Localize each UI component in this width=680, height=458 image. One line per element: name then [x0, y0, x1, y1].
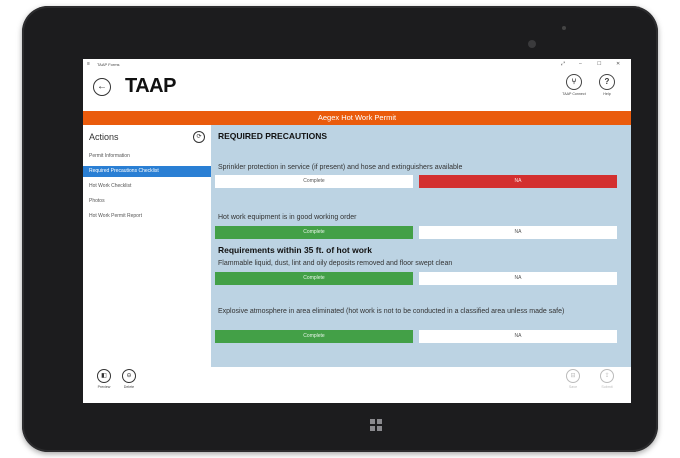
na-button[interactable]: NA	[419, 175, 617, 188]
connect-icon: ⑂	[566, 74, 582, 90]
save-icon: ⊟	[566, 369, 580, 383]
na-button[interactable]: NA	[419, 226, 617, 239]
app-header: ← TAAP ⑂ TAAP Connect ? Help	[83, 69, 631, 111]
nav-item-hot-work-permit-report[interactable]: Hot Work Permit Report	[83, 211, 211, 222]
windows-button-icon[interactable]	[370, 419, 382, 431]
complete-button[interactable]: Complete	[215, 226, 413, 239]
help-button[interactable]: ? Help	[595, 74, 619, 96]
nav-item-permit-information[interactable]: Permit Information	[83, 151, 211, 162]
minimize-icon[interactable]: –	[579, 61, 582, 67]
help-icon: ?	[599, 74, 615, 90]
section-heading-35ft: Requirements within 35 ft. of hot work	[218, 245, 372, 255]
complete-button[interactable]: Complete	[215, 175, 413, 188]
fullscreen-icon[interactable]: ⤢	[561, 61, 565, 67]
question-explosive: Explosive atmosphere in area eliminated …	[218, 308, 565, 315]
app-screen: ≡ TAAP Forms ⤢ – ☐ ✕ ← TAAP ⑂ TAAP Conne…	[83, 59, 631, 403]
answer-row: Complete NA	[215, 272, 617, 285]
taap-connect-button[interactable]: ⑂ TAAP Connect	[562, 74, 586, 96]
taap-connect-label: TAAP Connect	[562, 92, 586, 96]
nav-item-photos[interactable]: Photos	[83, 196, 211, 207]
submit-icon: ⇪	[600, 369, 614, 383]
na-button[interactable]: NA	[419, 330, 617, 343]
preview-label: Preview	[97, 385, 111, 389]
answer-row: Complete NA	[215, 226, 617, 239]
window-title: TAAP Forms	[97, 62, 120, 67]
preview-icon: ◧	[97, 369, 111, 383]
question-flammable: Flammable liquid, dust, lint and oily de…	[218, 260, 453, 267]
nav-item-hot-work-checklist[interactable]: Hot Work Checklist	[83, 181, 211, 192]
form-title-bar: Aegex Hot Work Permit	[83, 111, 631, 125]
actions-nav: Permit Information Required Precautions …	[83, 151, 211, 226]
submit-label: Submit	[601, 385, 613, 389]
menu-icon[interactable]: ≡	[87, 61, 90, 67]
nav-item-required-precautions[interactable]: Required Precautions Checklist	[83, 166, 211, 177]
window-titlebar: ≡ TAAP Forms ⤢ – ☐ ✕	[83, 59, 631, 69]
back-arrow-icon[interactable]: ←	[93, 78, 111, 96]
checklist-panel: REQUIRED PRECAUTIONS Sprinkler protectio…	[211, 125, 631, 367]
na-button[interactable]: NA	[419, 272, 617, 285]
sensor-dot	[562, 26, 566, 30]
maximize-icon[interactable]: ☐	[597, 61, 601, 67]
save-label: Save	[568, 385, 578, 389]
app-logo: TAAP	[125, 75, 176, 97]
help-label: Help	[603, 92, 611, 96]
delete-label: Delete	[123, 385, 135, 389]
close-icon[interactable]: ✕	[616, 61, 620, 67]
delete-button[interactable]: ⊖ Delete	[117, 369, 141, 389]
answer-row: Complete NA	[215, 330, 617, 343]
complete-button[interactable]: Complete	[215, 330, 413, 343]
answer-row: Complete NA	[215, 175, 617, 188]
preview-button[interactable]: ◧ Preview	[92, 369, 116, 389]
save-button[interactable]: ⊟ Save	[561, 369, 585, 389]
refresh-icon[interactable]: ⟳	[193, 131, 205, 143]
camera	[528, 40, 536, 48]
actions-heading: Actions	[89, 132, 119, 142]
actions-sidebar: Actions ⟳ Permit Information Required Pr…	[83, 125, 211, 403]
submit-button[interactable]: ⇪ Submit	[595, 369, 619, 389]
delete-icon: ⊖	[122, 369, 136, 383]
complete-button[interactable]: Complete	[215, 272, 413, 285]
section-heading-required-precautions: REQUIRED PRECAUTIONS	[218, 131, 328, 141]
question-equipment: Hot work equipment is in good working or…	[218, 214, 357, 221]
question-sprinkler: Sprinkler protection in service (if pres…	[218, 164, 463, 171]
